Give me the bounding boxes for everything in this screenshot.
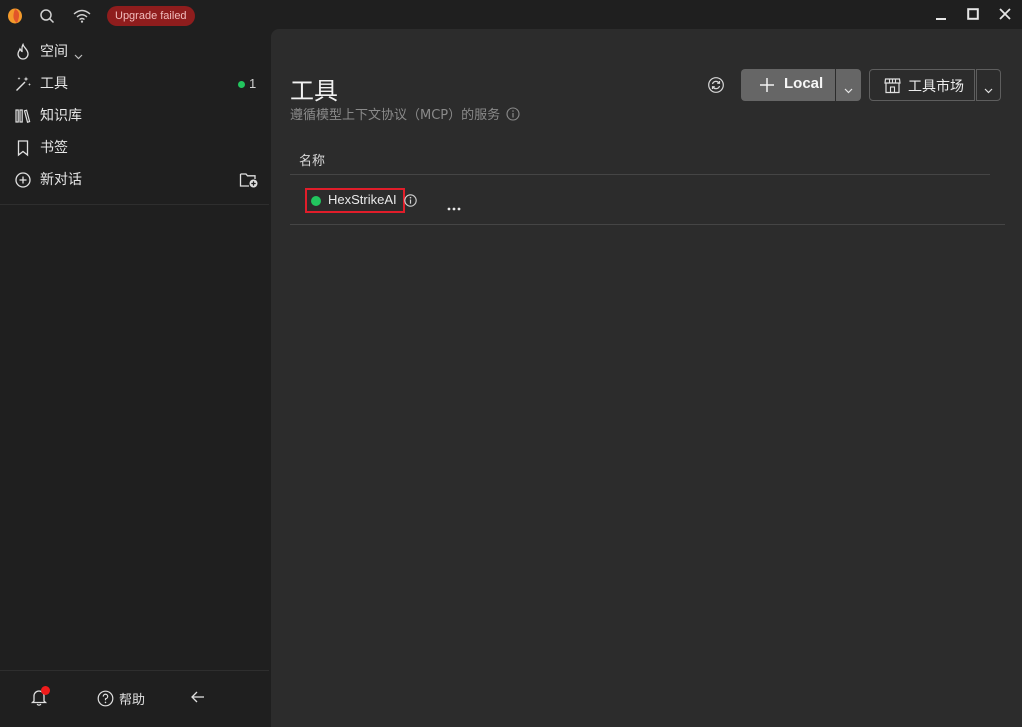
wifi-icon[interactable] [72,7,92,25]
sidebar-item-label: 知识库 [40,108,82,124]
sidebar-item-label: 空间 [40,44,68,60]
local-button-label: Local [784,75,824,92]
table-row[interactable]: HexStrikeAI [290,175,990,224]
minimize-button[interactable] [929,4,953,24]
collapse-sidebar-button[interactable] [190,689,206,705]
flame-icon [14,42,32,61]
refresh-icon [707,77,725,98]
add-local-button[interactable]: Local [741,69,835,101]
sidebar-item-label: 新对话 [40,172,82,188]
tool-market-label: 工具市场 [908,79,964,95]
library-icon [14,107,32,125]
info-icon[interactable] [506,106,520,121]
bookmark-icon [14,139,32,157]
selected-tool-highlight[interactable]: HexStrikeAI [305,188,405,213]
app-logo-icon [6,7,24,25]
chevron-down-icon [984,82,993,98]
notification-button[interactable] [30,686,52,708]
table-row-divider [290,224,1005,225]
local-dropdown-button[interactable] [836,69,861,101]
close-button[interactable] [993,4,1017,24]
tool-name: HexStrikeAI [328,192,397,207]
store-icon [884,77,901,98]
main-panel: 工具 遵循模型上下文协议（MCP）的服务 Local 工具市场 名称 HexSt… [271,29,1022,727]
help-label: 帮助 [119,692,146,708]
info-icon[interactable] [404,194,417,211]
column-header-name: 名称 [299,154,326,169]
sidebar-item-label: 工具 [40,76,68,92]
sidebar-item-tools[interactable]: 工具 1 [0,69,269,99]
new-folder-icon[interactable] [239,171,259,193]
more-options-icon[interactable] [447,199,461,215]
chevron-down-icon [74,48,83,64]
refresh-button[interactable] [707,76,725,94]
sidebar-item-bookmarks[interactable]: 书签 [0,133,269,163]
status-dot-icon [238,81,245,88]
tools-count: 1 [249,76,257,91]
sidebar-item-new-chat[interactable]: 新对话 [0,165,269,195]
sidebar-item-knowledge-base[interactable]: 知识库 [0,101,269,131]
magic-wand-icon [14,75,32,93]
arrow-left-icon [190,691,206,709]
plus-icon [760,78,774,96]
page-subtitle: 遵循模型上下文协议（MCP）的服务 [290,104,520,123]
page-title: 工具 [290,77,338,105]
notification-badge [41,686,50,695]
maximize-button[interactable] [961,4,985,24]
sidebar-divider [0,204,269,205]
search-icon[interactable] [38,7,56,25]
tool-market-button[interactable]: 工具市场 [869,69,975,101]
sidebar-footer-divider [0,670,269,671]
sidebar-item-label: 书签 [40,140,68,156]
status-running-dot [311,196,321,206]
upgrade-status-badge[interactable]: Upgrade failed [107,6,195,26]
help-button[interactable]: 帮助 [97,688,145,708]
tool-market-dropdown-button[interactable] [976,69,1001,101]
plus-circle-icon [14,171,32,189]
sidebar: 空间 工具 1 知识库 书签 新对话 帮助 [0,32,269,727]
chevron-down-icon [844,82,853,98]
sidebar-item-space[interactable]: 空间 [0,37,269,67]
title-bar: Upgrade failed [0,0,1022,32]
question-circle-icon [97,690,114,707]
subtitle-text: 遵循模型上下文协议（MCP）的服务 [290,108,501,123]
